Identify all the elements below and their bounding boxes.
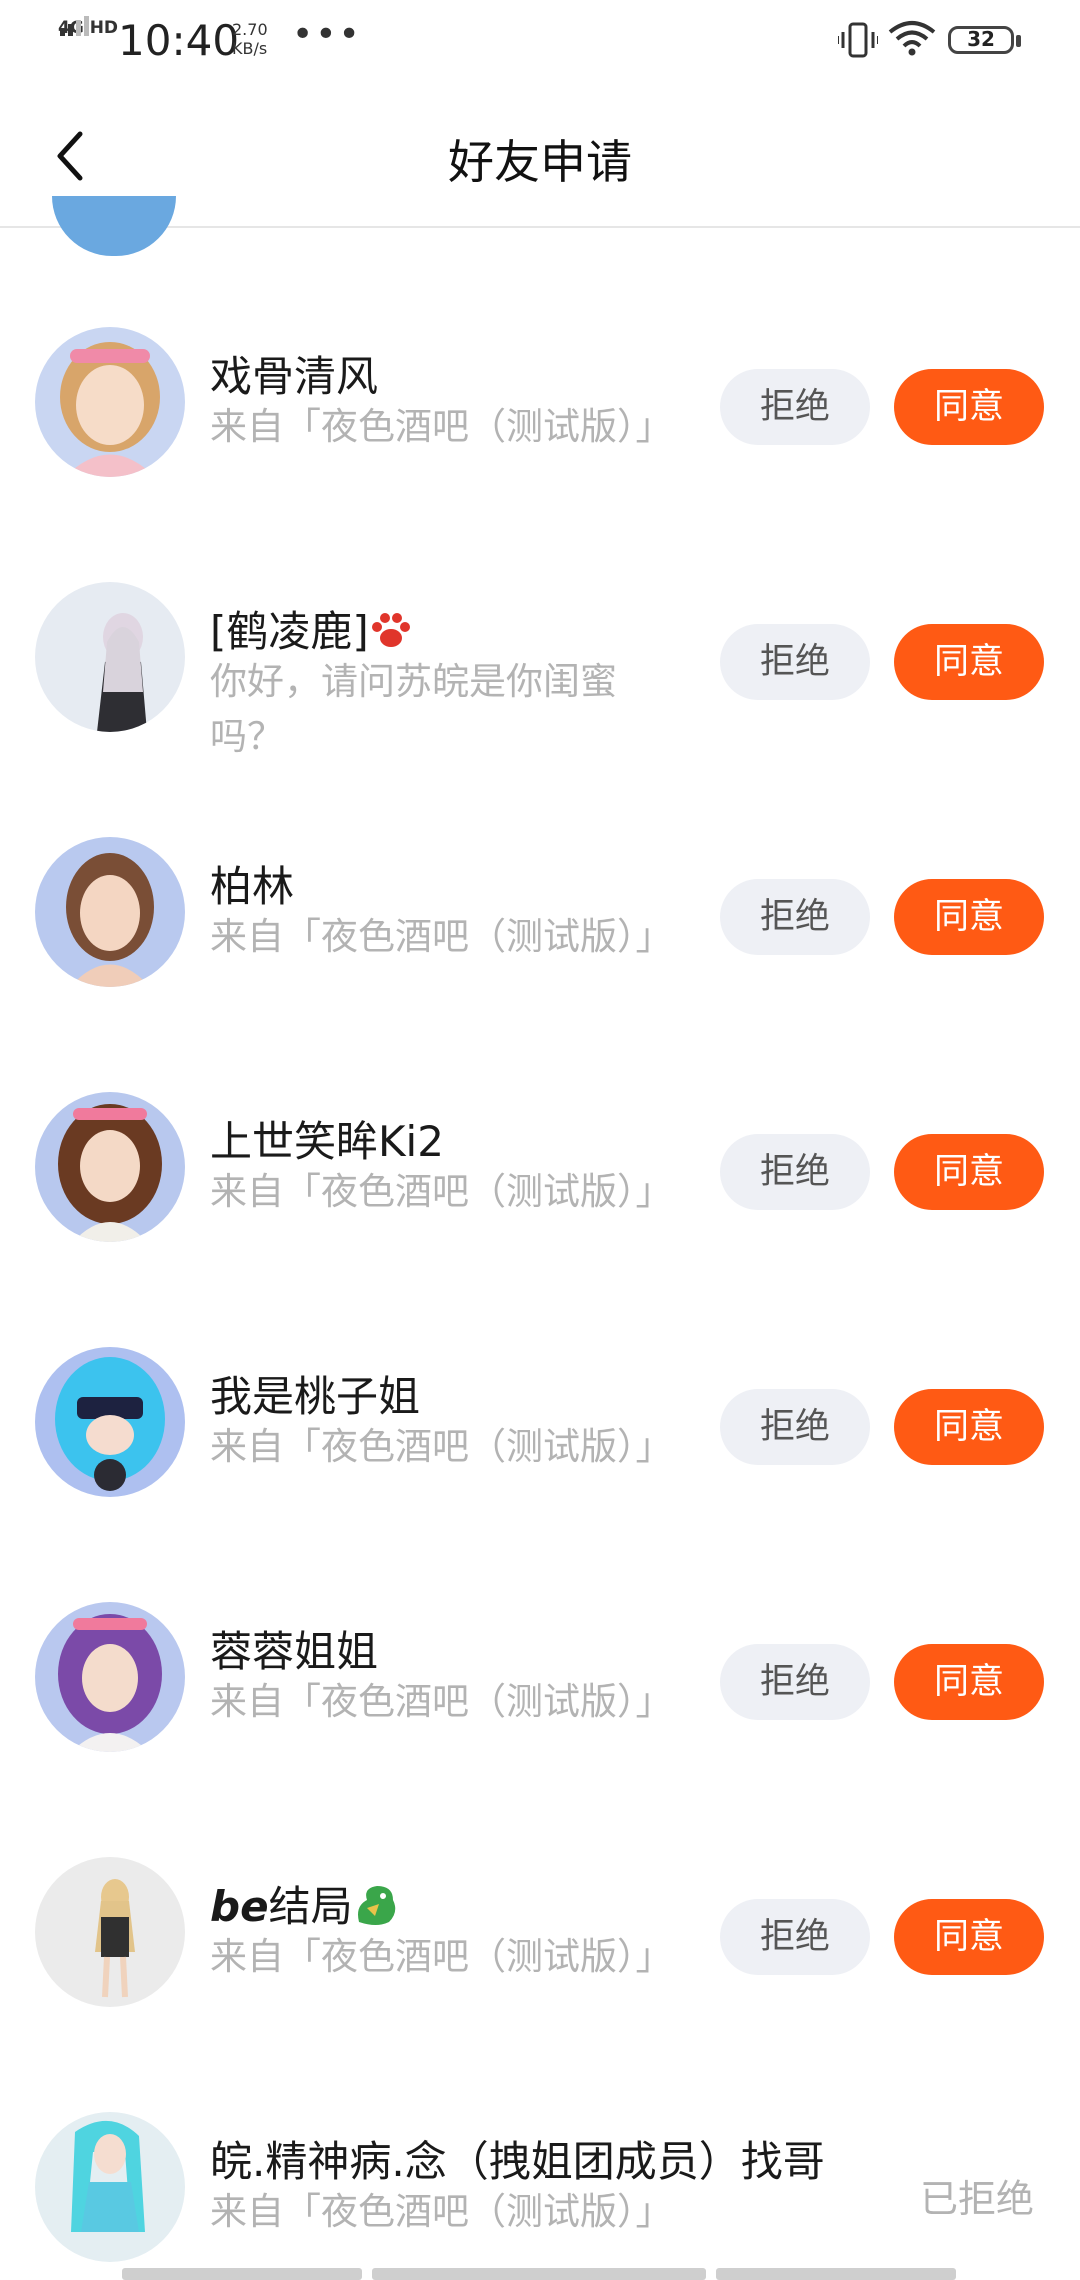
avatar[interactable] — [35, 1857, 185, 2007]
list-item[interactable]: 皖.精神病.念（拽姐团成员）找哥 来自「夜色酒吧（测试版）」 已拒绝 — [0, 2112, 1080, 2272]
battery-level: 32 — [967, 27, 995, 51]
request-message: 来自「夜色酒吧（测试版）」 — [210, 1680, 673, 1723]
accept-button[interactable]: 同意 — [894, 1644, 1044, 1720]
reject-button[interactable]: 拒绝 — [720, 1899, 870, 1975]
list-item[interactable]: [鹤凌鹿] 你好，请问苏皖是你闺蜜吗？ 拒绝 同意 — [0, 582, 1080, 837]
request-message: 来自「夜色酒吧（测试版）」 — [210, 2190, 673, 2233]
list-item[interactable]: 蓉蓉姐姐 来自「夜色酒吧（测试版）」 拒绝 同意 — [0, 1602, 1080, 1857]
vibrate-icon — [837, 22, 879, 62]
requester-name: 我是桃子姐 — [210, 1372, 421, 1421]
accept-button[interactable]: 同意 — [894, 1389, 1044, 1465]
battery-icon: 32 — [948, 26, 1021, 54]
avatar[interactable] — [35, 1347, 185, 1497]
accept-button[interactable]: 同意 — [894, 369, 1044, 445]
requester-name: 皖.精神病.念（拽姐团成员）找哥 — [210, 2137, 825, 2186]
list-item[interactable]: 柏林 来自「夜色酒吧（测试版）」 拒绝 同意 — [0, 837, 1080, 1092]
request-message: 你好，请问苏皖是你闺蜜吗？ — [210, 660, 617, 758]
requester-name: 戏骨清风 — [210, 352, 379, 401]
requester-name: 上世笑眸Ki2 — [210, 1117, 444, 1166]
request-message: 来自「夜色酒吧（测试版）」 — [210, 1935, 673, 1978]
reject-button[interactable]: 拒绝 — [720, 1389, 870, 1465]
requester-name: 蓉蓉姐姐 — [210, 1627, 379, 1676]
clock: 10:40 — [118, 16, 240, 65]
avatar[interactable] — [35, 837, 185, 987]
avatar[interactable] — [35, 582, 185, 732]
status-bar: 4G HD 10:40 2.70 KB/s ••• 32 — [0, 0, 1080, 86]
list-item[interactable]: 戏骨清风 来自「夜色酒吧（测试版）」 拒绝 同意 — [0, 327, 1080, 582]
avatar[interactable] — [52, 196, 176, 256]
request-message: 来自「夜色酒吧（测试版）」 — [210, 1170, 673, 1213]
request-status: 已拒绝 — [920, 2177, 1035, 2221]
avatar[interactable] — [35, 2112, 185, 2262]
accept-button[interactable]: 同意 — [894, 1134, 1044, 1210]
reject-button[interactable]: 拒绝 — [720, 369, 870, 445]
wifi-icon — [888, 20, 936, 60]
avatar[interactable] — [35, 1092, 185, 1242]
accept-button[interactable]: 同意 — [894, 879, 1044, 955]
accept-button[interactable]: 同意 — [894, 624, 1044, 700]
requester-name: be结局 — [210, 1873, 401, 1938]
reject-button[interactable]: 拒绝 — [720, 1644, 870, 1720]
request-message: 来自「夜色酒吧（测试版）」 — [210, 915, 673, 958]
reject-button[interactable]: 拒绝 — [720, 879, 870, 955]
reject-button[interactable]: 拒绝 — [720, 624, 870, 700]
request-message: 来自「夜色酒吧（测试版）」 — [210, 1425, 673, 1468]
more-notifications-icon: ••• — [292, 14, 362, 55]
requester-name: [鹤凌鹿] — [210, 598, 413, 660]
scroll-indicator — [0, 2268, 1080, 2280]
list-item[interactable]: 我是桃子姐 来自「夜色酒吧（测试版）」 拒绝 同意 — [0, 1347, 1080, 1602]
list-item[interactable]: be结局 来自「夜色酒吧（测试版）」 拒绝 同意 — [0, 1857, 1080, 2112]
list-item[interactable]: 上世笑眸Ki2 来自「夜色酒吧（测试版）」 拒绝 同意 — [0, 1092, 1080, 1347]
paw-icon — [369, 610, 413, 660]
avatar[interactable] — [35, 1602, 185, 1752]
accept-button[interactable]: 同意 — [894, 1899, 1044, 1975]
network-speed: 2.70 KB/s — [232, 20, 268, 58]
request-message: 来自「夜色酒吧（测试版）」 — [210, 405, 673, 448]
page-title: 好友申请 — [448, 135, 632, 189]
avatar[interactable] — [35, 327, 185, 477]
reject-button[interactable]: 拒绝 — [720, 1134, 870, 1210]
requester-name: 柏林 — [210, 862, 295, 911]
